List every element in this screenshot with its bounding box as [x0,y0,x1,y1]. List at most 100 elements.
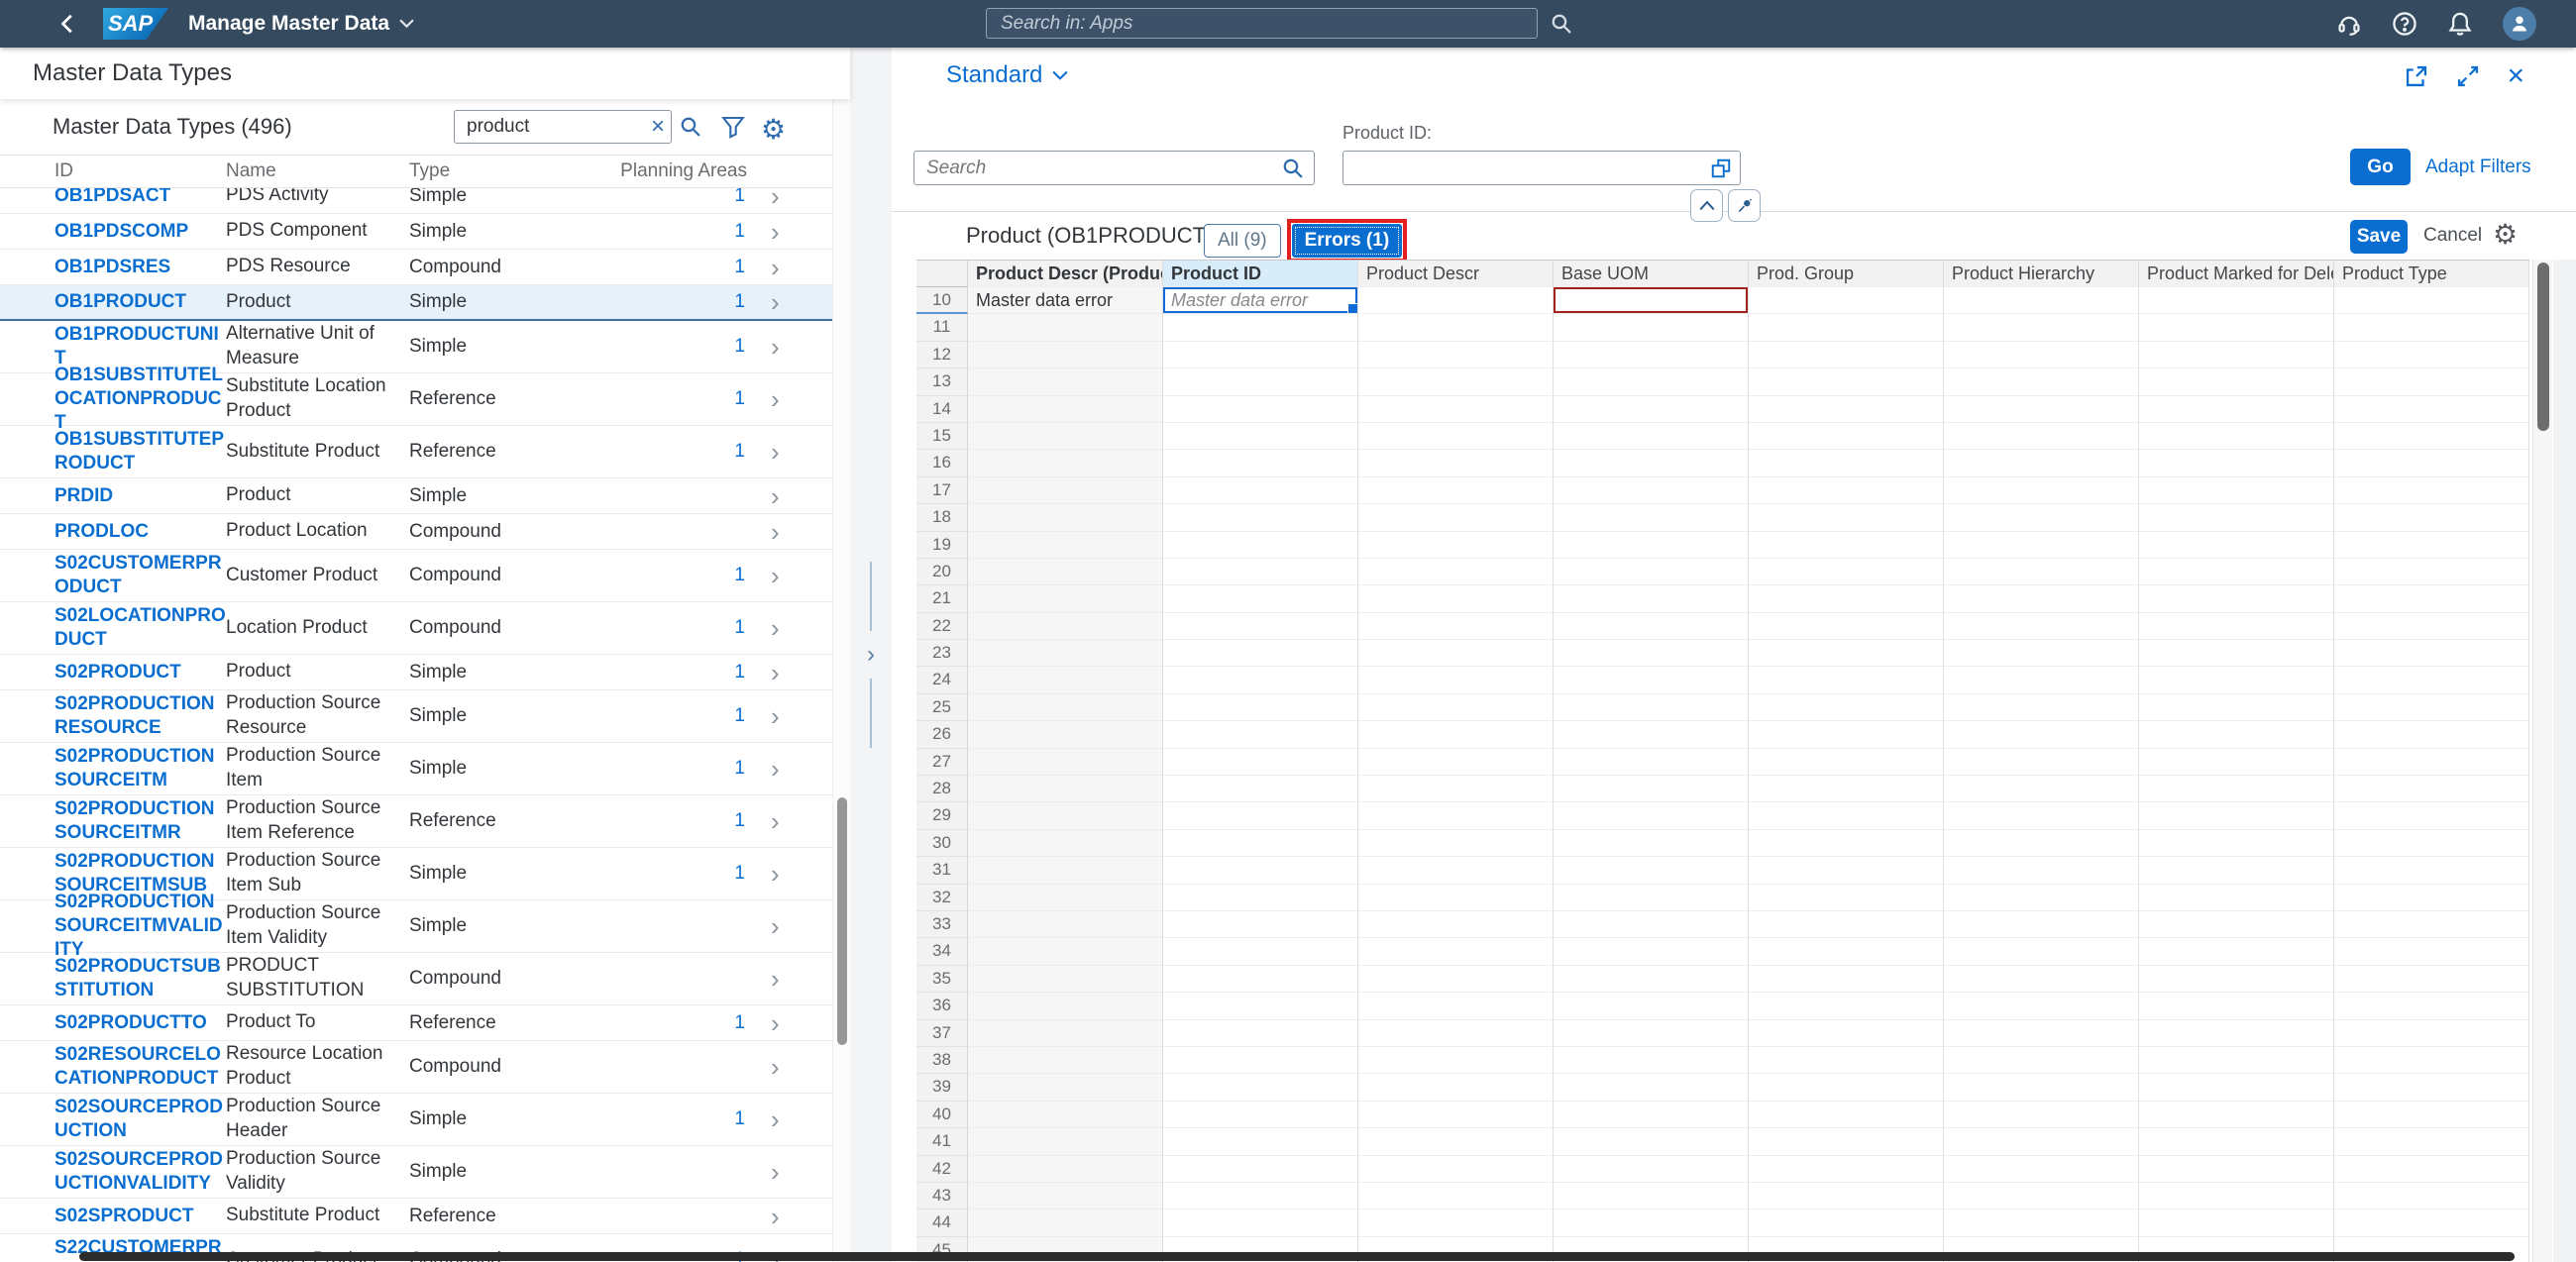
grid-cell[interactable] [1749,504,1944,531]
grid-cell[interactable] [2334,314,2529,341]
row-number[interactable]: 28 [916,776,968,802]
grid-cell[interactable] [968,613,1163,640]
tab-all[interactable]: All (9) [1204,224,1281,258]
grid-cell[interactable] [2139,314,2334,341]
grid-cell[interactable] [1554,1102,1749,1128]
grid-cell[interactable] [1944,1020,2139,1047]
type-id-link[interactable]: OB1PRODUCT [54,290,226,314]
grid-cell[interactable] [2334,857,2529,884]
grid-cell[interactable] [1358,368,1554,395]
value-help-icon[interactable] [1710,158,1732,179]
grid-cell[interactable] [1163,694,1358,721]
grid-cell[interactable] [1358,477,1554,504]
grid-cell[interactable] [1358,938,1554,965]
row-number[interactable]: 12 [916,342,968,368]
grid-cell[interactable] [968,885,1163,911]
grid-cell[interactable] [1749,802,1944,829]
grid-cell[interactable] [1944,694,2139,721]
grid-cell[interactable] [2139,559,2334,585]
row-number[interactable]: 29 [916,802,968,829]
grid-cell[interactable] [2139,396,2334,423]
grid-cell[interactable] [2139,1128,2334,1155]
grid-cell[interactable] [1944,423,2139,450]
master-data-type-row[interactable]: PRDIDProductSimple› [0,478,832,514]
grid-cell[interactable] [1749,1128,1944,1155]
planning-areas-link[interactable]: 1 [696,662,765,684]
grid-cell[interactable] [2139,1047,2334,1074]
grid-cell[interactable] [1944,287,2139,314]
master-data-type-row[interactable]: OB1PDSACTPDS ActivitySimple1› [0,188,832,214]
grid-cell[interactable] [1358,396,1554,423]
grid-cell[interactable] [2334,287,2529,314]
grid-cell[interactable] [1163,1102,1358,1128]
grid-cell[interactable] [1749,1183,1944,1209]
grid-cell[interactable] [1749,613,1944,640]
grid-cell[interactable] [2334,1102,2529,1128]
grid-cell[interactable] [2334,1020,2529,1047]
grid-cell[interactable] [1749,532,1944,559]
shell-search-icon[interactable] [1551,13,1572,35]
grid-cell[interactable] [1358,450,1554,476]
grid-cell[interactable] [968,450,1163,476]
open-in-new-window-icon[interactable] [2404,63,2429,89]
type-id-link[interactable]: S02PRODUCTIONSOURCEITMVALIDITY [54,891,226,961]
master-data-type-row[interactable]: S02SOURCEPRODUCTIONProduction Source Hea… [0,1094,832,1146]
master-data-type-row[interactable]: OB1SUBSTITUTEPRODUCTSubstitute ProductRe… [0,426,832,478]
grid-cell[interactable] [1358,993,1554,1019]
type-id-link[interactable]: S02PRODUCTIONSOURCEITM [54,745,226,792]
row-number[interactable]: 13 [916,368,968,395]
grid-cell[interactable] [2139,585,2334,612]
row-number[interactable]: 19 [916,532,968,559]
grid-cell[interactable] [1163,776,1358,802]
grid-cell[interactable] [1944,1209,2139,1236]
grid-cell[interactable] [1163,830,1358,857]
grid-cell[interactable] [968,1074,1163,1101]
grid-cell[interactable] [1163,450,1358,476]
shell-search-field[interactable] [986,8,1538,39]
type-id-link[interactable]: S02RESOURCELOCATIONPRODUCT [54,1043,226,1091]
grid-cell[interactable] [968,966,1163,993]
planning-areas-link[interactable]: 1 [696,388,765,410]
grid-cell[interactable] [2139,1102,2334,1128]
grid-cell[interactable] [1358,857,1554,884]
grid-cell[interactable] [968,532,1163,559]
grid-cell[interactable] [1163,1156,1358,1183]
type-id-link[interactable]: S02PRODUCT [54,661,226,684]
grid-cell[interactable] [2139,640,2334,667]
variant-selector[interactable]: Standard [946,61,1068,89]
grid-cell[interactable] [1163,640,1358,667]
selected-error-cell[interactable]: Master data error [1163,287,1358,314]
grid-cell[interactable] [1944,802,2139,829]
column-header-product-descr-product-id[interactable]: Product Descr (Product ID [968,261,1163,287]
grid-cell[interactable] [1554,504,1749,531]
grid-cell[interactable] [2139,993,2334,1019]
cancel-button[interactable]: Cancel [2423,212,2482,260]
row-number[interactable]: 35 [916,966,968,993]
row-number[interactable]: 14 [916,396,968,423]
grid-cell[interactable] [2139,1183,2334,1209]
grid-cell[interactable] [968,802,1163,829]
grid-cell[interactable] [2334,966,2529,993]
grid-cell[interactable] [1163,857,1358,884]
grid-cell[interactable] [1554,1047,1749,1074]
grid-cell[interactable] [1554,667,1749,693]
row-number[interactable]: 44 [916,1209,968,1236]
grid-cell[interactable] [2334,368,2529,395]
grid-cell[interactable] [968,640,1163,667]
type-id-link[interactable]: S02LOCATIONPRODUCT [54,604,226,652]
grid-cell[interactable] [1163,585,1358,612]
grid-cell[interactable] [968,857,1163,884]
grid-cell[interactable] [1554,585,1749,612]
grid-cell[interactable] [968,1047,1163,1074]
row-number[interactable]: 23 [916,640,968,667]
grid-cell[interactable] [2139,938,2334,965]
grid-cell[interactable] [1749,287,1944,314]
grid-cell[interactable] [1358,1156,1554,1183]
planning-areas-link[interactable]: 1 [696,257,765,278]
grid-cell[interactable] [1358,694,1554,721]
grid-cell[interactable] [1944,857,2139,884]
column-header-base-uom[interactable]: Base UOM [1554,261,1749,287]
grid-cell[interactable] [1749,885,1944,911]
list-search-input[interactable] [465,115,613,139]
grid-cell[interactable] [1554,1074,1749,1101]
